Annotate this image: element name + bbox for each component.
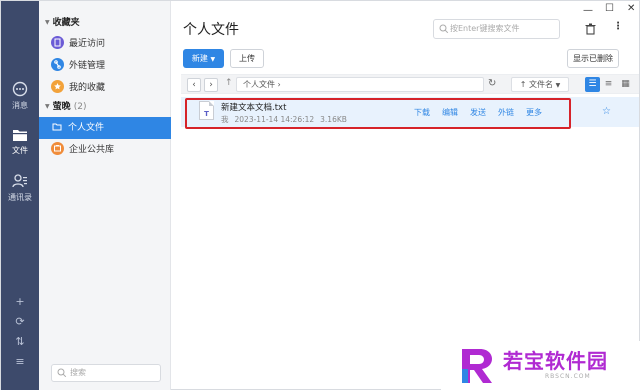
collapse-icon: ▼ <box>45 19 50 26</box>
folder-item-personal[interactable]: 个人文件 <box>39 117 171 139</box>
view-grid-icon[interactable]: ▦ <box>618 77 633 92</box>
sort-icon[interactable]: ⇅ <box>1 335 39 348</box>
maximize-icon[interactable]: ☐ <box>605 3 614 14</box>
sync-icon[interactable]: ⟳ <box>1 315 39 328</box>
folder-item-label: 最近访问 <box>69 39 106 49</box>
left-rail: 消息 文件 通讯录 + ⟳ ⇅ ≡ <box>1 1 39 390</box>
folder-item-favorites[interactable]: 我的收藏 <box>39 77 171 99</box>
sort-label: 文件名 <box>529 80 554 89</box>
link-icon <box>51 58 64 71</box>
file-search-input[interactable]: 按Enter键搜索文件 <box>433 19 560 39</box>
panel-search-placeholder: 搜索 <box>70 368 86 377</box>
view-detail-icon[interactable]: ☰ <box>585 77 600 92</box>
more-options-icon[interactable]: ⋮ <box>613 21 623 32</box>
favorites-header[interactable]: ▼ 收藏夹 <box>39 15 171 31</box>
contacts-icon <box>12 174 27 188</box>
rail-label-messages: 消息 <box>12 101 28 110</box>
up-arrow-icon[interactable]: ↑ <box>225 78 233 88</box>
back-button[interactable]: ‹ <box>187 78 201 92</box>
page-title: 个人文件 <box>183 22 239 38</box>
view-list-icon[interactable]: ≡ <box>601 77 616 92</box>
forward-button[interactable]: › <box>204 78 218 92</box>
watermark: 若宝软件园 RBSCN.COM <box>441 341 640 390</box>
folder-item-label: 企业公共库 <box>69 145 115 155</box>
navigation-bar: ‹ › ↑ 个人文件 › ↻ ↑ 文件名 ▼ ☰ ≡ ▦ <box>181 74 639 94</box>
watermark-subtext: RBSCN.COM <box>545 373 591 380</box>
close-icon[interactable]: ✕ <box>627 3 635 14</box>
new-button[interactable]: 新建 ▼ <box>183 49 224 68</box>
app-window: 消息 文件 通讯录 + ⟳ ⇅ ≡ ▼ 收藏夹 最近访问 外链管理 我的收藏 ▼ 萤… <box>0 0 640 390</box>
folder-item-recent[interactable]: 最近访问 <box>39 33 171 55</box>
panel-search-input[interactable]: 搜索 <box>51 364 161 382</box>
favorite-star-icon[interactable]: ☆ <box>602 106 611 117</box>
collapse-icon: ▼ <box>45 103 50 110</box>
sort-arrow-icon: ↑ <box>519 80 527 89</box>
breadcrumb[interactable]: 个人文件 › <box>236 77 484 92</box>
message-icon <box>12 81 28 97</box>
rail-label-files: 文件 <box>12 146 28 155</box>
upload-button[interactable]: 上传 <box>230 49 264 68</box>
folder-item-label: 个人文件 <box>68 123 105 133</box>
show-deleted-button[interactable]: 显示已删除 <box>567 49 619 68</box>
trash-icon[interactable] <box>585 23 596 38</box>
folder-item-public[interactable]: 企业公共库 <box>39 139 171 161</box>
folder-item-label: 我的收藏 <box>69 83 106 93</box>
rail-label-contacts: 通讯录 <box>8 193 32 202</box>
chevron-down-icon: ▼ <box>210 56 216 63</box>
recent-icon <box>51 36 64 49</box>
file-search-placeholder: 按Enter键搜索文件 <box>450 24 520 33</box>
library-icon <box>51 142 64 155</box>
breadcrumb-item[interactable]: 个人文件 <box>243 80 275 89</box>
plus-icon[interactable]: + <box>1 295 39 308</box>
refresh-icon[interactable]: ↻ <box>488 78 496 89</box>
search-icon <box>57 368 67 378</box>
sort-dropdown[interactable]: ↑ 文件名 ▼ <box>511 77 569 92</box>
folder-item-links[interactable]: 外链管理 <box>39 55 171 77</box>
folder-item-label: 外链管理 <box>69 61 106 71</box>
rail-item-messages[interactable]: 消息 <box>1 81 39 111</box>
menu-icon[interactable]: ≡ <box>1 355 39 368</box>
watermark-text: 若宝软件园 <box>503 349 608 373</box>
favorites-title: 收藏夹 <box>52 18 80 28</box>
new-button-label: 新建 <box>191 54 208 63</box>
group-header[interactable]: ▼ 萤晚 (2) <box>39 99 171 115</box>
folder-panel: ▼ 收藏夹 最近访问 外链管理 我的收藏 ▼ 萤晚 (2) 个人文件 企业公共库 搜… <box>39 1 171 390</box>
folder-icon <box>13 130 27 141</box>
chevron-right-icon: › <box>277 80 281 89</box>
group-title: 萤晚 <box>52 102 71 112</box>
star-icon <box>51 80 64 93</box>
main-area: 个人文件 按Enter键搜索文件 — ☐ ✕ ⋮ 新建 ▼ 上传 显示已删除 ‹… <box>171 1 640 390</box>
highlight-box <box>185 98 571 129</box>
search-icon <box>439 24 449 34</box>
watermark-logo-icon <box>462 349 492 383</box>
group-count: (2) <box>73 102 87 112</box>
chevron-down-icon: ▼ <box>555 82 561 89</box>
minimize-icon[interactable]: — <box>583 5 593 16</box>
folder-icon <box>51 121 63 132</box>
rail-item-contacts[interactable]: 通讯录 <box>1 173 39 203</box>
rail-item-files[interactable]: 文件 <box>1 128 39 156</box>
